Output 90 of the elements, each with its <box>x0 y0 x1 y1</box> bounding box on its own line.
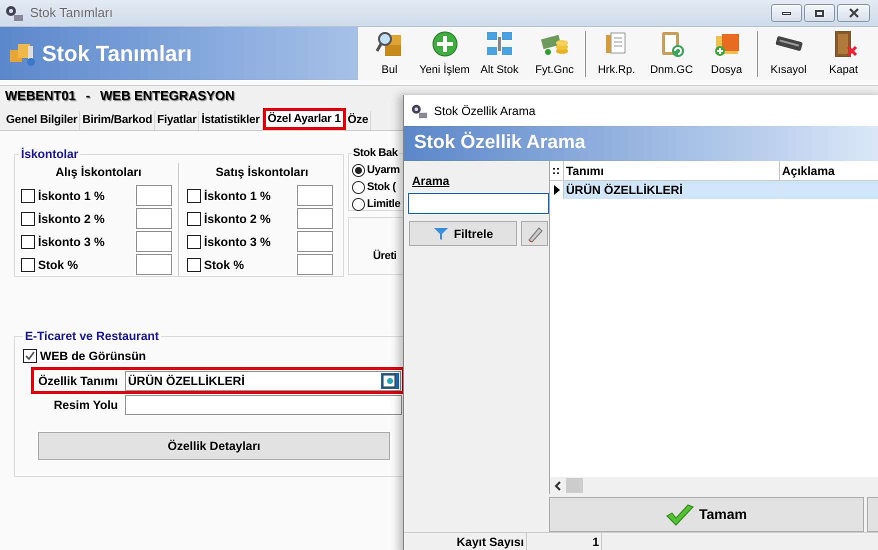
checkbox[interactable] <box>21 258 35 272</box>
checkbox[interactable] <box>187 234 201 248</box>
production-label: Üreti <box>373 248 397 264</box>
field-label: Özellik Tanımı <box>37 372 118 390</box>
radio-label: Uyarm <box>367 162 400 178</box>
percent-field[interactable] <box>136 254 172 275</box>
percent-field[interactable] <box>297 231 333 252</box>
column-header[interactable]: Açıklama <box>780 161 878 180</box>
eraser-icon <box>526 224 544 242</box>
percent-field[interactable] <box>136 185 172 206</box>
checkbox[interactable] <box>187 258 201 272</box>
checkbox-label: İskonto 1 % <box>204 188 271 204</box>
search-field[interactable] <box>408 193 549 214</box>
checkbox-label: İskonto 1 % <box>38 188 105 204</box>
checkbox[interactable] <box>21 234 35 248</box>
table-cell: ÜRÜN ÖZELLİKLERİ <box>564 181 780 199</box>
tab[interactable]: Öze <box>346 111 372 130</box>
percent-field[interactable] <box>297 208 333 229</box>
tab[interactable]: İstatistikler <box>199 111 263 130</box>
close-icon <box>848 8 860 18</box>
header-title: Stok Tanımları <box>42 40 192 68</box>
record-name: WEB ENTEGRASYON <box>100 87 234 106</box>
checkbox[interactable] <box>187 188 201 202</box>
toolbar-button[interactable]: Kısayol <box>761 28 816 78</box>
scrollbar-thumb[interactable] <box>566 478 583 493</box>
toolbar-button[interactable]: Yeni İşlem <box>417 28 472 78</box>
record-count-label: Kayıt Sayısı <box>404 533 527 550</box>
funnel-icon <box>432 226 449 240</box>
record-separator: - <box>86 87 90 106</box>
checkbox[interactable] <box>21 212 35 226</box>
radio-button[interactable] <box>352 164 365 176</box>
group-title: İskontolar <box>20 146 80 163</box>
gears-icon <box>4 4 24 22</box>
gears-icon <box>410 102 428 119</box>
tab[interactable]: Fiyatlar <box>155 111 200 130</box>
dialog-header-title: Stok Özellik Arama <box>414 130 586 156</box>
toolbar-button[interactable]: Alt Stok <box>472 28 527 78</box>
checkbox-label: Stok % <box>38 256 78 274</box>
radio-button[interactable] <box>352 198 365 210</box>
close-button[interactable] <box>837 4 870 22</box>
tab[interactable]: Birim/Barkod <box>80 111 156 130</box>
checkbox-label: Stok % <box>204 256 244 274</box>
percent-field[interactable] <box>297 254 333 275</box>
radio-button[interactable] <box>352 180 365 194</box>
tab[interactable]: Genel Bilgiler <box>4 111 80 130</box>
checkbox-label: WEB de Görünsün <box>40 348 146 365</box>
grid-corner: :: <box>550 161 564 180</box>
tab[interactable]: Özel Ayarlar 1 <box>262 108 346 130</box>
record-count-value: 1 <box>527 533 602 550</box>
checkbox-label: İskonto 2 % <box>38 210 105 228</box>
column-heading: Alış İskontoları <box>54 164 143 181</box>
toolbar-button[interactable]: Dnm.GC <box>644 28 699 78</box>
checkbox[interactable] <box>23 349 37 363</box>
ok-button[interactable]: Tamam <box>549 497 864 532</box>
search-label: Arama <box>412 173 450 190</box>
checkbox[interactable] <box>187 212 201 226</box>
toolbar-button[interactable]: Hrk.Rp. <box>589 28 644 78</box>
checkmark-icon <box>666 504 694 526</box>
row-pointer-icon <box>554 185 560 195</box>
checkbox-label: İskonto 2 % <box>204 210 271 228</box>
filter-button[interactable]: Filtrele <box>409 221 517 246</box>
toolbar-button[interactable]: Dosya <box>699 28 754 78</box>
feature-field[interactable]: ÜRÜN ÖZELLİKLERİ <box>125 370 401 390</box>
table-row[interactable]: ÜRÜN ÖZELLİKLERİ <box>550 181 878 199</box>
column-heading: Satış İskontoları <box>214 164 310 181</box>
percent-field[interactable] <box>136 208 172 229</box>
percent-field[interactable] <box>297 185 333 206</box>
radio-label: Stok ( <box>367 180 396 195</box>
field-label: Resim Yolu <box>52 397 118 414</box>
group-title: E-Ticaret ve Restaurant <box>24 328 160 345</box>
toolbar-button[interactable]: Fyt.Gnc <box>527 28 582 78</box>
column-header[interactable]: Tanımı <box>564 161 780 180</box>
radio-label: Limitle <box>367 196 400 212</box>
horizontal-scrollbar[interactable] <box>550 477 878 494</box>
maximize-button[interactable] <box>804 4 835 22</box>
dialog-title: Stok Özellik Arama <box>434 102 536 120</box>
checkbox[interactable] <box>21 188 35 202</box>
percent-field[interactable] <box>136 231 172 252</box>
group-title: Stok Bak <box>352 146 399 161</box>
clear-button[interactable] <box>521 221 548 246</box>
search-icon[interactable] <box>381 372 399 388</box>
toolbar-button[interactable]: Kapat <box>816 28 871 78</box>
toolbar-button[interactable]: Bul <box>362 28 417 78</box>
window-title: Stok Tanımları <box>30 4 113 22</box>
checkbox-label: İskonto 3 % <box>38 234 105 250</box>
minimize-button[interactable] <box>771 4 802 22</box>
image-path-field[interactable] <box>125 395 402 415</box>
record-code: WEBENT01 <box>5 87 76 106</box>
checkbox-label: İskonto 3 % <box>204 234 271 250</box>
feature-details-button[interactable]: Özellik Detayları <box>38 432 390 460</box>
